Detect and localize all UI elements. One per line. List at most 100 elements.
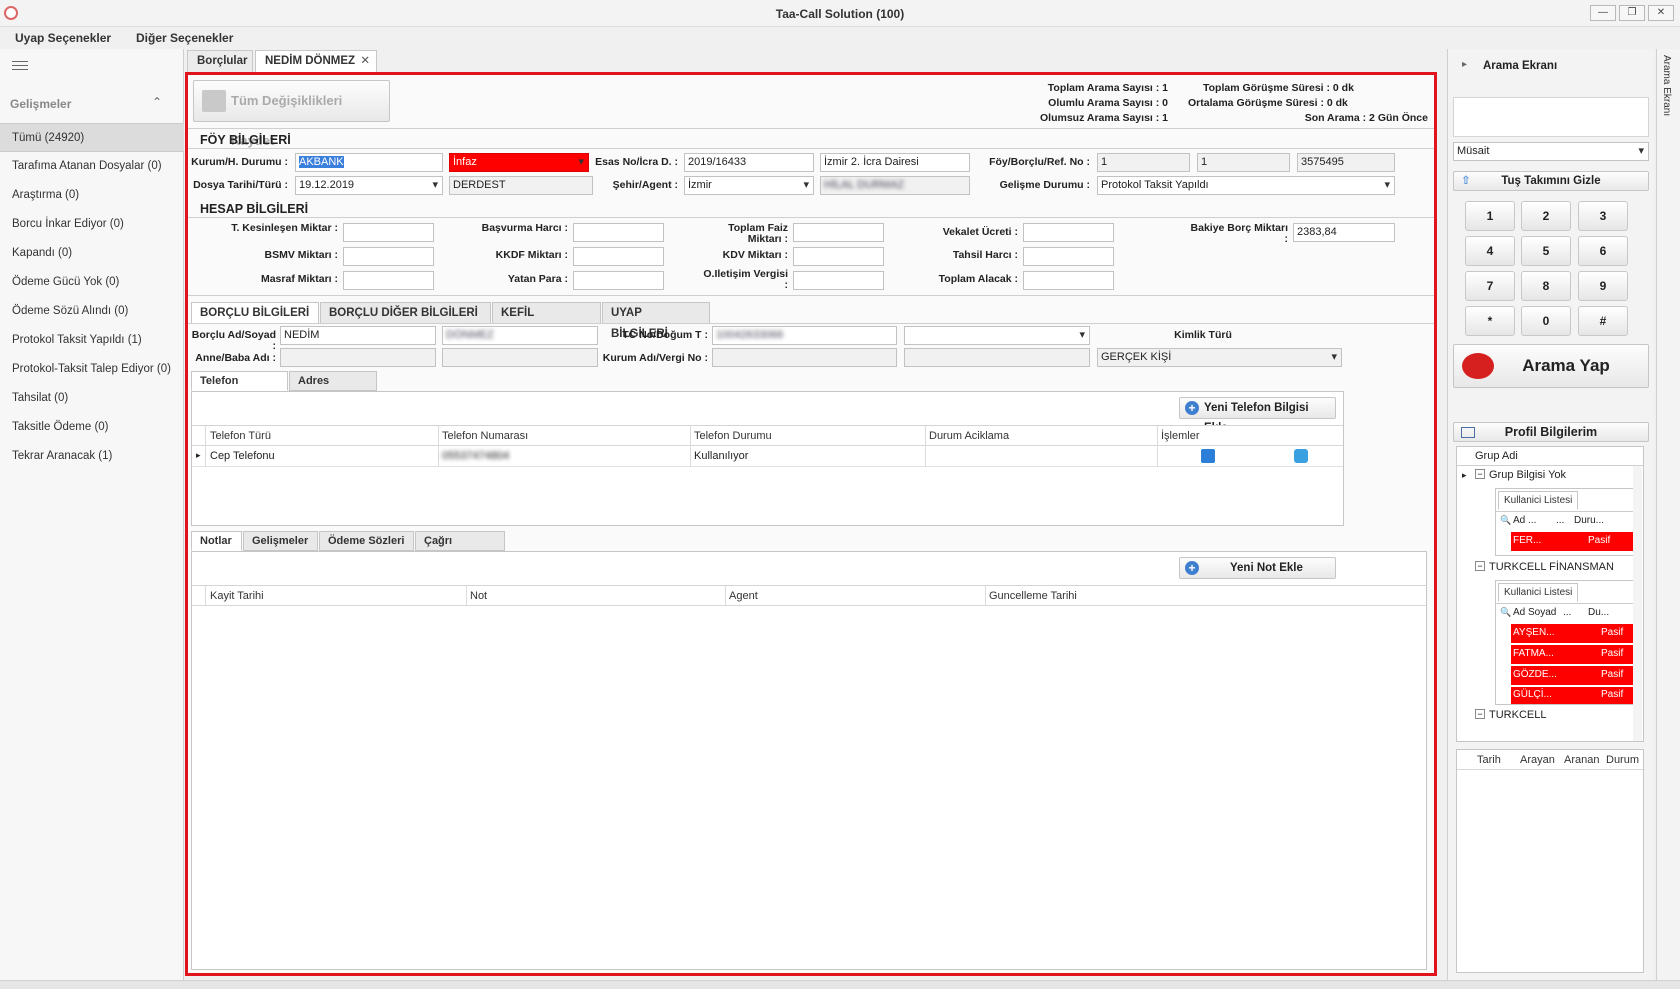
key-1[interactable]: 1	[1465, 201, 1515, 231]
table-row[interactable]: FATMA... Pasif	[1511, 645, 1635, 664]
call-button[interactable]: Arama Yap	[1453, 344, 1649, 388]
phone-call-icon[interactable]	[1201, 449, 1215, 463]
col-aranan[interactable]: Aranan	[1564, 754, 1599, 766]
tab-cagri-kayitlari[interactable]: Çağrı Kayıtları	[415, 531, 505, 566]
collapse-icon[interactable]: ⌃	[152, 95, 162, 109]
list-item[interactable]: Protokol Taksit Yapıldı (1)	[0, 326, 184, 355]
basvurma-field[interactable]	[573, 223, 664, 242]
esas-no-field[interactable]: 2019/16433	[684, 153, 814, 172]
group-name[interactable]: TURKCELL FİNANSMAN	[1489, 561, 1614, 573]
baba-adi-field[interactable]	[442, 348, 598, 367]
dogum-tarihi-dropdown[interactable]	[904, 326, 1090, 345]
borclu-soyad-field[interactable]: DÖNMEZ	[442, 326, 598, 345]
col-not[interactable]: Not	[470, 590, 487, 602]
col-agent[interactable]: Agent	[729, 590, 758, 602]
key-7[interactable]: 7	[1465, 271, 1515, 301]
key-3[interactable]: 3	[1578, 201, 1628, 231]
list-item[interactable]: Ödeme Gücü Yok (0)	[0, 268, 184, 297]
tab-borclu-bilgileri[interactable]: BORÇLU BİLGİLERİ	[191, 302, 319, 324]
maximize-button[interactable]: ❐	[1619, 5, 1645, 21]
tab-nedim-donmez[interactable]: NEDİM DÖNMEZ ✕	[255, 50, 377, 72]
collapse-node-icon[interactable]: −	[1475, 709, 1485, 719]
durum-dropdown[interactable]: İnfaz	[449, 153, 589, 172]
foy-no-field[interactable]: 1	[1097, 153, 1190, 172]
key-9[interactable]: 9	[1578, 271, 1628, 301]
tab-borclular[interactable]: Borçlular	[187, 50, 253, 72]
hamburger-icon[interactable]	[12, 61, 28, 70]
tc-no-field[interactable]: 10042633066	[712, 326, 897, 345]
faiz-field[interactable]	[793, 223, 884, 242]
kurum-adi-field[interactable]	[712, 348, 897, 367]
list-item[interactable]: Araştırma (0)	[0, 181, 184, 210]
close-window-button[interactable]: ✕	[1648, 5, 1674, 21]
add-note-button[interactable]: + Yeni Not Ekle	[1179, 557, 1336, 579]
table-row[interactable]: GÜLÇİ... Pasif	[1511, 687, 1635, 704]
sms-icon[interactable]	[1294, 449, 1308, 463]
list-item[interactable]: Tümü (24920)	[0, 123, 184, 152]
tree-scrollbar[interactable]	[1633, 466, 1642, 741]
ref-no-field[interactable]: 3575495	[1297, 153, 1395, 172]
kkdf-field[interactable]	[573, 247, 664, 266]
list-item[interactable]: Taksitle Ödeme (0)	[0, 413, 184, 442]
list-item[interactable]: Tekrar Aranacak (1)	[0, 442, 184, 471]
menu-uyap[interactable]: Uyap Seçenekler	[15, 31, 111, 45]
list-item[interactable]: Borcu İnkar Ediyor (0)	[0, 210, 184, 239]
icra-dairesi-field[interactable]: İzmir 2. İcra Dairesi	[820, 153, 970, 172]
oil-field[interactable]	[793, 271, 884, 290]
table-row[interactable]: GÖZDE... Pasif	[1511, 666, 1635, 685]
col-telefon-no[interactable]: Telefon Numarası	[442, 430, 528, 442]
availability-dropdown[interactable]: Müsait	[1453, 142, 1649, 161]
list-item[interactable]: Tarafıma Atanan Dosyalar (0)	[0, 152, 184, 181]
col-tarih[interactable]: Tarih	[1477, 754, 1501, 766]
list-item[interactable]: Tahsilat (0)	[0, 384, 184, 413]
list-item[interactable]: Kapandı (0)	[0, 239, 184, 268]
dosya-turu-field[interactable]: DERDEST	[449, 176, 593, 195]
number-display[interactable]	[1453, 97, 1649, 137]
borclu-no-field[interactable]: 1	[1197, 153, 1290, 172]
masraf-field[interactable]	[343, 271, 434, 290]
key-4[interactable]: 4	[1465, 236, 1515, 266]
bakiye-field[interactable]: 2383,84	[1293, 223, 1395, 242]
toplam-alacak-field[interactable]	[1023, 271, 1114, 290]
kurum-field[interactable]: AKBANK	[295, 153, 443, 172]
table-row[interactable]: ▸ Cep Telefonu 05537474804 Kullanılıyor	[192, 446, 1343, 467]
close-tab-icon[interactable]: ✕	[360, 51, 370, 71]
minimize-button[interactable]: —	[1590, 5, 1616, 21]
col-telefon-turu[interactable]: Telefon Türü	[210, 430, 271, 442]
profile-button[interactable]: Profil Bilgilerim	[1453, 422, 1649, 442]
key-6[interactable]: 6	[1578, 236, 1628, 266]
table-row[interactable]: FER... Pasif	[1511, 532, 1635, 551]
tab-uyap[interactable]: UYAP BİLGİLERİ	[602, 302, 710, 340]
list-item[interactable]: Protokol-Taksit Talep Ediyor (0)	[0, 355, 184, 384]
key-8[interactable]: 8	[1521, 271, 1571, 301]
dosya-tarihi-field[interactable]: 19.12.2019	[295, 176, 443, 195]
vekalet-field[interactable]	[1023, 223, 1114, 242]
agent-field[interactable]: HİLAL DURMAZ	[820, 176, 970, 195]
col-durum-aciklama[interactable]: Durum Aciklama	[929, 430, 1009, 442]
collapse-node-icon[interactable]: −	[1475, 469, 1485, 479]
col-islemler[interactable]: İşlemler	[1161, 430, 1200, 442]
sehir-dropdown[interactable]: İzmir	[684, 176, 814, 195]
col-telefon-durumu[interactable]: Telefon Durumu	[694, 430, 772, 442]
vergi-no-field[interactable]	[904, 348, 1090, 367]
key-0[interactable]: 0	[1521, 306, 1571, 336]
col-history-durum[interactable]: Durum	[1606, 754, 1639, 766]
tab-telefon[interactable]: Telefon Bilgileri	[191, 371, 288, 406]
group-name[interactable]: TURKCELL	[1489, 709, 1546, 721]
key-5[interactable]: 5	[1521, 236, 1571, 266]
tab-kefil[interactable]: KEFİL BİLGİLERİ	[492, 302, 601, 340]
col-arayan[interactable]: Arayan	[1520, 754, 1555, 766]
yatan-para-field[interactable]	[573, 271, 664, 290]
hide-keypad-button[interactable]: ⇧ Tuş Takımını Gizle	[1453, 171, 1649, 191]
side-tab-arama[interactable]: Arama Ekranı	[1661, 55, 1672, 116]
tab-borclu-diger[interactable]: BORÇLU DİĞER BİLGİLERİ	[320, 302, 491, 324]
tab-odeme-sozleri[interactable]: Ödeme Sözleri	[319, 531, 414, 551]
bsmv-field[interactable]	[343, 247, 434, 266]
add-phone-button[interactable]: +Yeni Telefon Bilgisi Ekle	[1179, 397, 1336, 434]
table-row[interactable]: AYŞEN... Pasif	[1511, 624, 1635, 643]
key-star[interactable]: *	[1465, 306, 1515, 336]
kimlik-turu-dropdown[interactable]: GERÇEK KİŞİ	[1097, 348, 1342, 367]
kdv-field[interactable]	[793, 247, 884, 266]
collapse-node-icon[interactable]: −	[1475, 561, 1485, 571]
gelisme-dropdown[interactable]: Protokol Taksit Yapıldı	[1097, 176, 1395, 195]
